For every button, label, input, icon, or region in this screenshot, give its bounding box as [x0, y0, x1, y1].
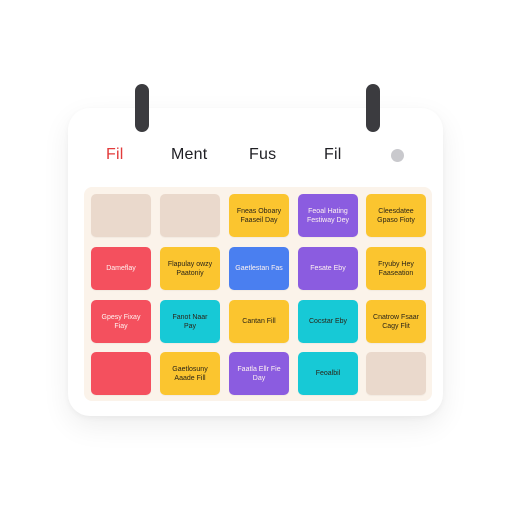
weekday-label-1[interactable]: Fil	[106, 146, 123, 164]
calendar-event-label: Gaetlosuny Aaade Fill	[172, 365, 208, 382]
calendar-event-label: Cnatrow Fsaar Cagy Flit	[373, 313, 419, 330]
calendar-event-cell[interactable]	[91, 194, 151, 237]
calendar-event-label: Faatla Ellr Fie Day	[237, 365, 281, 382]
weekday-label-3[interactable]: Fus	[249, 146, 276, 164]
calendar-event-cell[interactable]: Fesate Eby	[298, 247, 358, 290]
status-dot-icon	[391, 149, 404, 162]
binder-ring-right	[366, 84, 380, 132]
calendar-event-label: Fneas Oboary Faaseil Day	[236, 207, 282, 224]
calendar-event-cell[interactable]: Cnatrow Fsaar Cagy Flit	[366, 300, 426, 343]
calendar-event-cell[interactable]: Cleesdatee Gpaso Fioty	[366, 194, 426, 237]
calendar-event-label: Cleesdatee Gpaso Fioty	[377, 207, 415, 224]
calendar-event-cell[interactable]: Dameflay	[91, 247, 151, 290]
calendar-event-cell[interactable]: Gpesy Fixay Fiay	[91, 300, 151, 343]
calendar-event-cell[interactable]: Feoal Hating Festiway Dey	[298, 194, 358, 237]
calendar-event-label: Flapulay owzy Paatoniy	[167, 260, 213, 277]
calendar-event-label: Gaetlestan Fas	[235, 265, 283, 272]
calendar-event-label: Feoal Hating Festiway Dey	[306, 207, 349, 224]
app-icon-canvas: Fil Ment Fus Fil Fneas Oboary Faaseil Da…	[0, 0, 512, 512]
weekday-header: Fil Ment Fus Fil	[68, 144, 443, 170]
calendar-event-label: Dameflay	[106, 265, 136, 272]
calendar-event-cell[interactable]	[366, 352, 426, 395]
calendar-event-label: Fesate Eby	[310, 265, 346, 272]
calendar-event-label: Cantan Fill	[242, 318, 276, 325]
calendar-event-cell[interactable]: Flapulay owzy Paatoniy	[160, 247, 220, 290]
binder-ring-left	[135, 84, 149, 132]
calendar-event-cell[interactable]: Faatla Ellr Fie Day	[229, 352, 289, 395]
calendar-event-cell[interactable]	[91, 352, 151, 395]
calendar-event-label: Fryuby Hey Faaseation	[378, 260, 414, 277]
calendar-event-label: Gpesy Fixay Fiay	[101, 313, 141, 330]
calendar-event-cell[interactable]: Cantan Fill	[229, 300, 289, 343]
weekday-label-4[interactable]: Fil	[324, 146, 341, 164]
calendar-event-cell[interactable]: Fanot Naar Pay	[160, 300, 220, 343]
calendar-event-cell[interactable]: Fryuby Hey Faaseation	[366, 247, 426, 290]
calendar-event-cell[interactable]	[160, 194, 220, 237]
calendar-event-label: Fanot Naar Pay	[172, 313, 208, 330]
weekday-label-2[interactable]: Ment	[171, 146, 207, 164]
calendar-event-cell[interactable]: Gaetlosuny Aaade Fill	[160, 352, 220, 395]
calendar-event-cell[interactable]: Gaetlestan Fas	[229, 247, 289, 290]
calendar-event-label: Cocstar Eby	[308, 318, 348, 325]
calendar-event-cell[interactable]: Fneas Oboary Faaseil Day	[229, 194, 289, 237]
calendar-event-label: Feoalbil	[315, 370, 341, 377]
calendar-event-cell[interactable]: Feoalbil	[298, 352, 358, 395]
calendar-event-cell[interactable]: Cocstar Eby	[298, 300, 358, 343]
